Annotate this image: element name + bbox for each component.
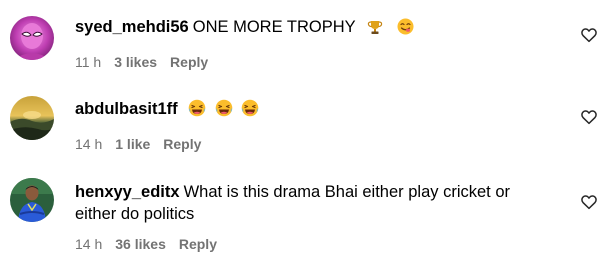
likes-count-button[interactable]: 1 like (115, 136, 150, 152)
reply-button[interactable]: Reply (170, 54, 208, 70)
comment-meta: 11 h 3 likes Reply (75, 53, 544, 71)
timestamp[interactable]: 14 h (75, 136, 102, 152)
heart-outline-icon[interactable] (580, 26, 598, 44)
comment-meta: 14 h 36 likes Reply (75, 235, 544, 253)
likes-count-button[interactable]: 36 likes (115, 236, 166, 252)
heart-outline-icon[interactable] (580, 193, 598, 211)
comment-text: What is this drama Bhai either play cric… (183, 183, 511, 201)
pink-masked-hero-avatar-icon (10, 16, 54, 60)
comment-line: henxyy_editx What is this drama Bhai eith… (75, 181, 544, 203)
laughing-emoji-icon (188, 99, 206, 123)
trophy-emoji-icon (367, 19, 383, 41)
comment-text: ONE MORE TROPHY (192, 18, 356, 36)
reply-button[interactable]: Reply (163, 136, 201, 152)
timestamp[interactable]: 14 h (75, 236, 102, 252)
username-link[interactable]: syed_mehdi56 (75, 18, 189, 36)
comment-meta: 14 h 1 like Reply (75, 135, 544, 153)
laughing-emoji-icon (215, 99, 233, 123)
comment-line: abdulbasit1ff (75, 98, 544, 123)
comment-line-continued: either do politics (75, 203, 544, 225)
username-link[interactable]: henxyy_editx (75, 183, 180, 201)
cricketer-avatar-icon (10, 178, 54, 222)
laughing-emoji-icon (241, 99, 259, 123)
face-savoring-food-emoji-icon (397, 18, 414, 41)
timestamp[interactable]: 11 h (75, 54, 101, 70)
username-link[interactable]: abdulbasit1ff (75, 100, 178, 118)
reply-button[interactable]: Reply (179, 236, 217, 252)
avatar[interactable] (10, 96, 54, 140)
sunset-landscape-avatar-icon (10, 96, 54, 140)
comment-line: syed_mehdi56 ONE MORE TROPHY (75, 16, 544, 41)
likes-count-button[interactable]: 3 likes (114, 54, 157, 70)
avatar[interactable] (10, 178, 54, 222)
heart-outline-icon[interactable] (580, 108, 598, 126)
avatar[interactable] (10, 16, 54, 60)
comment-text: either do politics (75, 205, 195, 223)
